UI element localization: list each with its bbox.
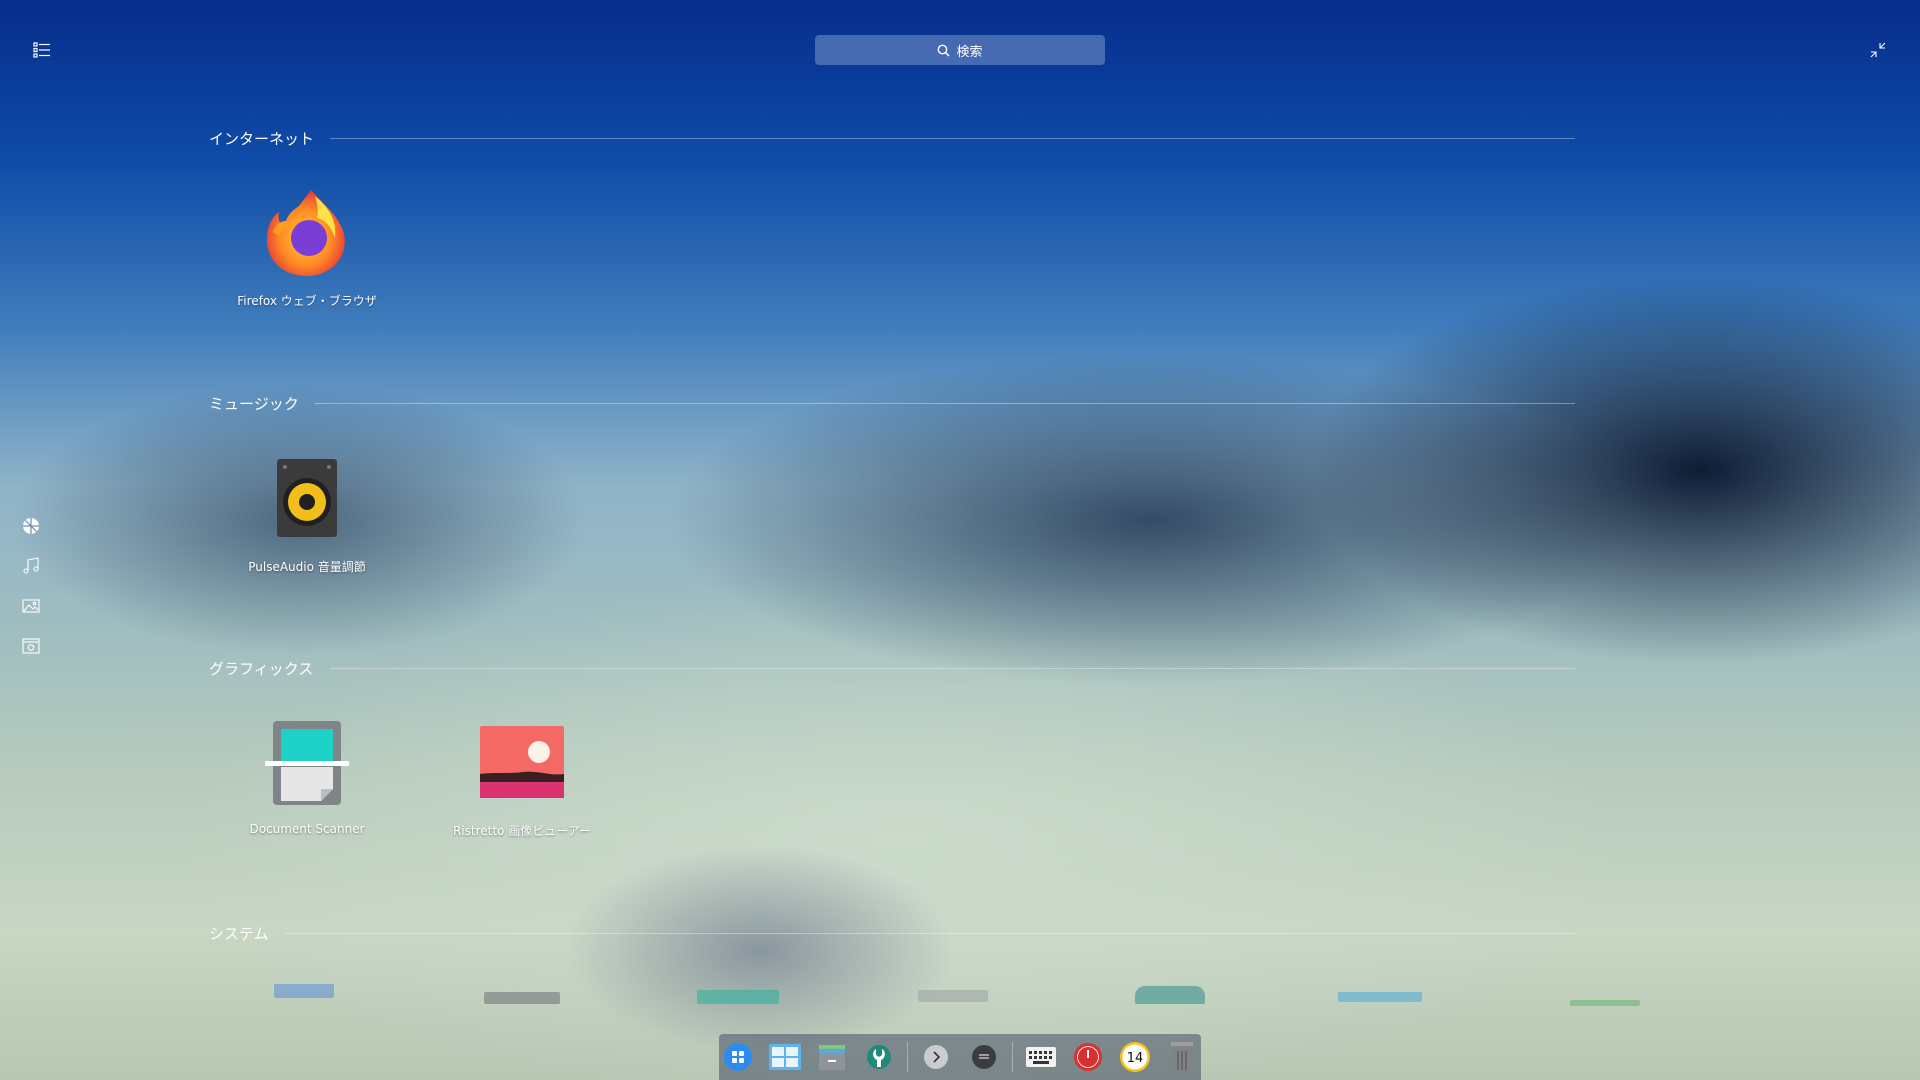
system-app-icon[interactable]	[484, 992, 560, 1004]
firefox-icon	[259, 184, 355, 280]
nav-graphics[interactable]	[20, 595, 42, 617]
dock-onboard-keyboard[interactable]	[1022, 1037, 1060, 1077]
system-app-icon[interactable]	[1570, 1000, 1640, 1006]
system-app-icon[interactable]	[697, 990, 779, 1004]
search-placeholder: 検索	[956, 44, 983, 60]
scanner-icon	[259, 714, 355, 810]
nav-music[interactable]	[20, 555, 42, 577]
section-title-graphics: グラフィックス	[209, 660, 314, 678]
dock-power[interactable]	[1069, 1037, 1107, 1077]
app-label: Firefox ウェブ・ブラウザ	[237, 294, 377, 308]
section-divider	[315, 403, 1575, 404]
app-document-scanner[interactable]: Document Scanner	[222, 714, 392, 836]
image-icon	[22, 599, 40, 613]
multitask-view-icon	[769, 1044, 802, 1070]
collapse-icon	[1870, 42, 1886, 58]
app-firefox[interactable]: Firefox ウェブ・ブラウザ	[222, 184, 392, 309]
system-icon	[22, 638, 40, 654]
dock-settings[interactable]	[860, 1037, 898, 1077]
keyboard-icon	[1025, 1047, 1056, 1067]
list-view-icon	[33, 42, 50, 58]
dock-launcher[interactable]	[719, 1037, 757, 1077]
exit-fullscreen-button[interactable]	[1868, 40, 1888, 60]
dock-tray[interactable]	[965, 1037, 1003, 1077]
image-viewer-icon	[474, 714, 570, 810]
internet-icon	[23, 518, 39, 534]
app-pulseaudio[interactable]: PulseAudio 音量調節	[222, 450, 392, 575]
section-divider	[285, 933, 1575, 934]
power-icon	[1073, 1043, 1102, 1071]
section-title-internet: インターネット	[209, 130, 315, 148]
dock-separator	[1011, 1042, 1013, 1072]
launcher-icon	[724, 1043, 753, 1071]
system-app-icon[interactable]	[918, 990, 988, 1002]
system-app-icon[interactable]	[1135, 986, 1205, 1004]
file-manager-icon	[819, 1045, 846, 1070]
dock-trash[interactable]	[1163, 1037, 1201, 1077]
expand-arrow-icon	[924, 1045, 949, 1069]
app-label: Ristretto 画像ビューアー	[452, 824, 592, 838]
dock-separator	[907, 1042, 909, 1072]
settings-wrench-icon	[867, 1045, 892, 1069]
nav-system[interactable]	[20, 635, 42, 657]
dock-file-manager[interactable]	[813, 1037, 851, 1077]
app-label: Document Scanner	[249, 822, 365, 836]
category-view-toggle[interactable]	[32, 40, 52, 60]
clock-time: 14	[1127, 1051, 1144, 1066]
section-title-system: システム	[209, 925, 269, 943]
app-ristretto[interactable]: Ristretto 画像ビューアー	[437, 714, 607, 839]
system-app-icon[interactable]	[1338, 992, 1422, 1002]
section-divider	[330, 668, 1575, 669]
section-title-music: ミュージック	[209, 395, 299, 413]
speaker-icon	[259, 450, 355, 546]
tray-icon	[971, 1045, 996, 1069]
music-icon	[23, 557, 39, 574]
dock-clock[interactable]: 14	[1116, 1037, 1154, 1077]
dock-multitask-view[interactable]	[766, 1037, 804, 1077]
search-icon	[938, 44, 951, 57]
trash-icon	[1170, 1042, 1193, 1073]
category-nav	[20, 515, 42, 657]
clock-icon: 14	[1119, 1042, 1150, 1072]
dock-expand-tray[interactable]	[917, 1037, 955, 1077]
dock: 14	[719, 1034, 1201, 1080]
search-input[interactable]: 検索	[815, 35, 1105, 65]
nav-internet[interactable]	[20, 515, 42, 537]
system-app-icon[interactable]	[274, 984, 334, 998]
app-label: PulseAudio 音量調節	[248, 560, 366, 574]
section-divider	[330, 138, 1575, 139]
